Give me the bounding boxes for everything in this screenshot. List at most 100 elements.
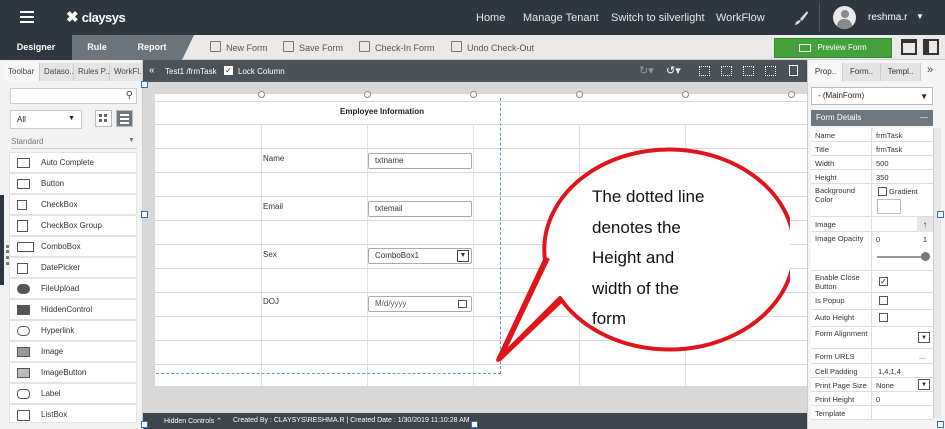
property-row[interactable]: Image Opacity 0 1 — [811, 232, 933, 271]
property-row[interactable]: Auto Height — [811, 310, 933, 327]
property-row[interactable]: Cell Padding 1,4,1,4 — [811, 364, 933, 378]
property-checkbox[interactable] — [879, 296, 888, 305]
undo-icon[interactable]: ↺▾ — [666, 64, 681, 77]
tool-label[interactable]: Label — [9, 383, 137, 404]
email-input[interactable]: txtemail — [368, 201, 472, 217]
resize-handle[interactable] — [937, 211, 944, 218]
resize-handle[interactable] — [141, 81, 148, 88]
property-value[interactable]: frmTask — [876, 131, 902, 140]
name-input[interactable]: txtname — [368, 153, 472, 169]
tab-workflow[interactable]: WorkFl.. — [110, 63, 143, 81]
grid-layout-3-icon[interactable] — [743, 66, 754, 76]
property-value[interactable]: None — [876, 381, 894, 390]
tool-listbox[interactable]: ListBox — [9, 404, 137, 423]
save-form-button[interactable]: Save Form — [299, 43, 343, 53]
tab-form[interactable]: Form.. — [843, 63, 881, 81]
property-row[interactable]: Image ↑ — [811, 217, 933, 232]
property-checkbox[interactable] — [879, 313, 888, 322]
tool-checkbox-group[interactable]: CheckBox Group — [9, 215, 137, 236]
tool-fileupload[interactable]: FileUpload — [9, 278, 137, 299]
preview-form-button[interactable]: Preview Form — [774, 38, 892, 58]
tab-rules[interactable]: Rules P.. — [74, 63, 110, 81]
chevron-down-icon[interactable]: ▼ — [916, 12, 924, 21]
property-value[interactable]: frmTask — [876, 145, 902, 154]
check-in-icon[interactable] — [359, 41, 370, 52]
property-value[interactable]: ... — [919, 352, 925, 361]
calendar-icon[interactable] — [458, 300, 467, 308]
upload-icon[interactable]: ↑ — [917, 217, 933, 232]
column-pin-icon[interactable] — [470, 91, 477, 98]
gradient-checkbox[interactable] — [878, 187, 887, 196]
tool-datepicker[interactable]: DatePicker — [9, 257, 137, 278]
column-pin-icon[interactable] — [258, 91, 265, 98]
category-select[interactable]: All ▼ — [10, 110, 82, 129]
property-row[interactable]: Name frmTask — [811, 128, 933, 142]
tool-button[interactable]: Button — [9, 173, 137, 194]
tab-template[interactable]: Templ.. — [881, 63, 921, 81]
maximize-icon[interactable] — [901, 39, 917, 55]
collapse-icon[interactable]: — — [920, 110, 928, 126]
properties-scrollbar[interactable] — [933, 128, 941, 418]
chevron-down-icon[interactable]: ▼ — [918, 332, 930, 343]
nav-switch-silverlight[interactable]: Switch to silverlight — [611, 12, 705, 24]
color-picker[interactable] — [877, 199, 901, 214]
property-row[interactable]: Form URLS... — [811, 349, 933, 364]
column-pin-icon[interactable] — [788, 91, 795, 98]
property-row[interactable]: Width 500 — [811, 156, 933, 170]
property-checkbox[interactable]: ✓ — [879, 276, 888, 286]
property-value[interactable]: Gradient — [889, 187, 918, 196]
resize-handle[interactable] — [937, 421, 944, 428]
resize-handle[interactable] — [141, 211, 148, 218]
property-row[interactable]: Template — [811, 406, 933, 420]
tool-combobox[interactable]: ComboBox — [9, 236, 137, 257]
nav-workflow[interactable]: WorkFlow — [716, 12, 765, 24]
tab-designer[interactable]: Designer — [0, 35, 72, 60]
tool-hyperlink[interactable]: Hyperlink — [9, 320, 137, 341]
nav-manage-tenant[interactable]: Manage Tenant — [523, 12, 599, 24]
column-pin-icon[interactable] — [364, 91, 371, 98]
tab-toolbar[interactable]: Toolbar — [4, 63, 40, 81]
property-value[interactable]: 1,4,1,4 — [878, 367, 901, 376]
app-logo[interactable]: ✖ claysys — [66, 8, 126, 26]
redo-icon[interactable]: ↻▾ — [639, 64, 654, 77]
grid-layout-4-icon[interactable] — [765, 66, 776, 76]
property-value[interactable]: 0 — [876, 235, 880, 244]
property-row[interactable]: Form Alignment ▼ — [811, 327, 933, 349]
form-details-header[interactable]: Form Details — — [811, 110, 933, 126]
expand-right-icon[interactable]: » — [927, 64, 933, 76]
property-row[interactable]: Is Popup — [811, 293, 933, 310]
splitter-handle[interactable] — [0, 195, 4, 285]
property-row[interactable]: Print Height 0 — [811, 392, 933, 406]
nav-home[interactable]: Home — [476, 12, 505, 24]
property-value[interactable]: 0 — [876, 395, 880, 404]
search-icon[interactable]: ⚲ — [126, 90, 133, 101]
new-form-icon[interactable] — [210, 41, 221, 52]
tool-imagebutton[interactable]: ImageButton — [9, 362, 137, 383]
username[interactable]: reshma.r — [868, 12, 907, 23]
undo-checkout-icon[interactable] — [451, 41, 462, 52]
toolbox-search-input[interactable]: ⚲ — [10, 88, 137, 104]
control-selector[interactable]: - (MainForm) ▼ — [811, 87, 933, 105]
tab-datasource[interactable]: Dataso.. — [40, 63, 74, 81]
column-pin-icon[interactable] — [576, 91, 583, 98]
opacity-slider[interactable] — [877, 256, 927, 258]
list-view-icon[interactable] — [116, 110, 133, 127]
avatar[interactable] — [833, 6, 856, 29]
drag-grip-icon[interactable] — [6, 245, 9, 265]
doj-datepicker[interactable]: M/d/yyyy — [368, 296, 472, 312]
sex-combobox[interactable]: ComboBox1 ▼ — [368, 248, 472, 264]
chevron-down-icon[interactable]: ▼ — [918, 379, 930, 390]
tool-checkbox[interactable]: CheckBox — [9, 194, 137, 215]
tool-auto-complete[interactable]: Auto Complete — [9, 152, 137, 173]
lock-column-checkbox[interactable]: ✓ — [224, 66, 233, 75]
check-in-form-button[interactable]: Check-In Form — [375, 43, 435, 53]
hidden-controls-toggle[interactable]: Hidden Controls ⌃ — [164, 417, 222, 425]
grid-layout-2-icon[interactable] — [721, 66, 732, 76]
property-value[interactable]: 500 — [876, 159, 889, 168]
property-value[interactable]: 350 — [876, 173, 889, 182]
property-row[interactable]: Height 350 — [811, 170, 933, 184]
collapse-left-icon[interactable]: « — [149, 65, 155, 76]
tool-hiddencontrol[interactable]: HiddenControl — [9, 299, 137, 320]
grid-view-icon[interactable] — [95, 110, 112, 127]
chevron-down-icon[interactable]: ▼ — [128, 137, 135, 144]
